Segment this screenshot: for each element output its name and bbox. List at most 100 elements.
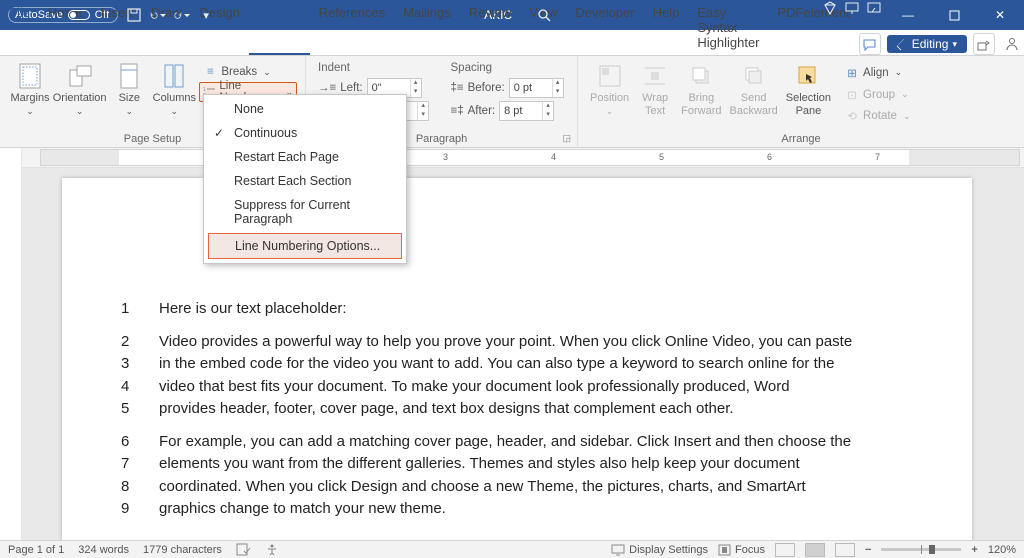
- document-line[interactable]: 3in the embed code for the video you wan…: [117, 353, 900, 376]
- line-number: 3: [117, 353, 159, 376]
- maximize-button[interactable]: [934, 0, 974, 30]
- ruler-tick: 6: [767, 152, 772, 162]
- line-text[interactable]: graphics change to match your new theme.: [159, 498, 900, 521]
- line-text[interactable]: Video provides a powerful way to help yo…: [159, 331, 900, 354]
- tab-layout[interactable]: Layout: [249, 1, 310, 55]
- indent-left-icon: →≡: [318, 82, 336, 94]
- print-layout-button[interactable]: [805, 543, 825, 557]
- align-button[interactable]: ⊞Align⌄: [841, 63, 914, 83]
- ribbon-mode-icon[interactable]: [866, 0, 882, 16]
- spacing-before-input[interactable]: ▴▾: [509, 78, 564, 98]
- redo-icon[interactable]: [174, 7, 190, 23]
- menu-item-none[interactable]: None: [206, 97, 404, 121]
- status-chars[interactable]: 1779 characters: [143, 544, 222, 556]
- share-button[interactable]: [973, 33, 995, 55]
- menu-item-line-numbering-options[interactable]: Line Numbering Options...: [208, 233, 402, 259]
- line-text[interactable]: Here is our text placeholder:: [159, 298, 900, 321]
- status-page[interactable]: Page 1 of 1: [8, 544, 64, 556]
- read-mode-button[interactable]: [775, 543, 795, 557]
- accessibility-icon[interactable]: [265, 543, 279, 556]
- document-line[interactable]: 1Here is our text placeholder:: [117, 298, 900, 321]
- tab-help[interactable]: Help: [644, 1, 689, 55]
- tab-mailings[interactable]: Mailings: [394, 1, 460, 55]
- menu-item-restart-each-section[interactable]: Restart Each Section: [206, 169, 404, 193]
- line-numbers-dropdown: NoneContinuousRestart Each PageRestart E…: [203, 94, 407, 264]
- line-text[interactable]: video that best fits your document. To m…: [159, 376, 900, 399]
- columns-icon: [160, 62, 188, 90]
- ruler-tick: 5: [659, 152, 664, 162]
- zoom-out-button[interactable]: −: [865, 544, 871, 556]
- menu-item-continuous[interactable]: Continuous: [206, 121, 404, 145]
- line-number: 7: [117, 453, 159, 476]
- columns-button[interactable]: Columns⌄: [151, 60, 197, 126]
- line-text[interactable]: in the embed code for the video you want…: [159, 353, 900, 376]
- rotate-button: ⟲Rotate⌄: [841, 106, 914, 126]
- tab-easy-syntax-highlighter[interactable]: Easy Syntax Highlighter: [688, 1, 768, 55]
- ruler-horizontal[interactable]: ∟ 1234567: [0, 148, 1024, 168]
- group-objects-button: ⊡Group⌄: [841, 85, 914, 105]
- group-arrange: Position⌄ Wrap Text Bring Forward Send B…: [578, 56, 1024, 147]
- line-number: 6: [117, 431, 159, 454]
- selection-pane-button[interactable]: Selection Pane: [782, 60, 835, 126]
- toggle-icon: [68, 10, 90, 20]
- zoom-level[interactable]: 120%: [988, 544, 1016, 556]
- spellcheck-icon[interactable]: [236, 543, 251, 556]
- line-text[interactable]: elements you want from the different gal…: [159, 453, 900, 476]
- dialog-launcher-icon[interactable]: ◲: [562, 133, 571, 144]
- spacing-before-label: Before:: [468, 82, 505, 94]
- display-settings-button[interactable]: Display Settings: [611, 544, 708, 556]
- line-number: 4: [117, 376, 159, 399]
- close-button[interactable]: ✕: [980, 0, 1020, 30]
- diamond-icon[interactable]: [822, 0, 838, 16]
- margins-icon: [16, 62, 44, 90]
- ruler-tick: 7: [875, 152, 880, 162]
- web-layout-button[interactable]: [835, 543, 855, 557]
- minimize-button[interactable]: —: [888, 0, 928, 30]
- line-text[interactable]: For example, you can add a matching cove…: [159, 431, 900, 454]
- document-line[interactable]: 6For example, you can add a matching cov…: [117, 431, 900, 454]
- size-button[interactable]: Size⌄: [107, 60, 151, 126]
- document-viewport[interactable]: 1Here is our text placeholder: 2Video pro…: [22, 168, 1024, 540]
- document-line[interactable]: 5provides header, footer, cover page, an…: [117, 398, 900, 421]
- document-line[interactable]: 8coordinated. When you click Design and …: [117, 476, 900, 499]
- document-line[interactable]: 7elements you want from the different ga…: [117, 453, 900, 476]
- line-text[interactable]: coordinated. When you click Design and c…: [159, 476, 900, 499]
- spacing-after-input[interactable]: ▴▾: [499, 101, 554, 121]
- line-text[interactable]: provides header, footer, cover page, and…: [159, 398, 900, 421]
- bring-forward-button: Bring Forward: [677, 60, 725, 126]
- ruler-vertical[interactable]: [0, 148, 22, 540]
- focus-button[interactable]: Focus: [718, 544, 765, 556]
- qat-more-icon[interactable]: ▾: [198, 7, 214, 23]
- tab-references[interactable]: References: [310, 1, 394, 55]
- search-icon[interactable]: [536, 7, 552, 23]
- group-label-arrange: Arrange: [781, 133, 820, 145]
- position-button: Position⌄: [586, 60, 633, 126]
- undo-icon[interactable]: [150, 7, 166, 23]
- menu-item-restart-each-page[interactable]: Restart Each Page: [206, 145, 404, 169]
- breaks-button[interactable]: ≡Breaks⌄: [199, 62, 297, 82]
- orientation-button[interactable]: Orientation⌄: [52, 60, 107, 126]
- zoom-in-button[interactable]: +: [971, 544, 977, 556]
- align-icon: ⊞: [845, 66, 859, 80]
- line-number: 9: [117, 498, 159, 521]
- menu-item-suppress-for-current-paragraph[interactable]: Suppress for Current Paragraph: [206, 193, 404, 231]
- group-icon: ⊡: [845, 88, 859, 102]
- editing-mode-button[interactable]: Editing▾: [887, 35, 967, 53]
- account-icon[interactable]: [1001, 33, 1023, 55]
- ribbon-tabs: FileHomeInsertDrawDesignLayoutReferences…: [0, 30, 1024, 56]
- document-line[interactable]: 4video that best fits your document. To …: [117, 376, 900, 399]
- comments-button[interactable]: [859, 33, 881, 55]
- position-icon: [596, 62, 624, 90]
- tab-review[interactable]: Review: [460, 1, 521, 55]
- document-line[interactable]: 2Video provides a powerful way to help y…: [117, 331, 900, 354]
- present-icon[interactable]: [844, 0, 860, 16]
- zoom-slider[interactable]: [881, 548, 961, 551]
- status-words[interactable]: 324 words: [78, 544, 129, 556]
- margins-button[interactable]: Margins⌄: [8, 60, 52, 126]
- tab-developer[interactable]: Developer: [566, 1, 643, 55]
- indent-heading: Indent: [318, 62, 433, 78]
- breaks-icon: ≡: [203, 65, 217, 79]
- save-icon[interactable]: [126, 7, 142, 23]
- tab-file[interactable]: File: [0, 1, 39, 55]
- document-line[interactable]: 9graphics change to match your new theme…: [117, 498, 900, 521]
